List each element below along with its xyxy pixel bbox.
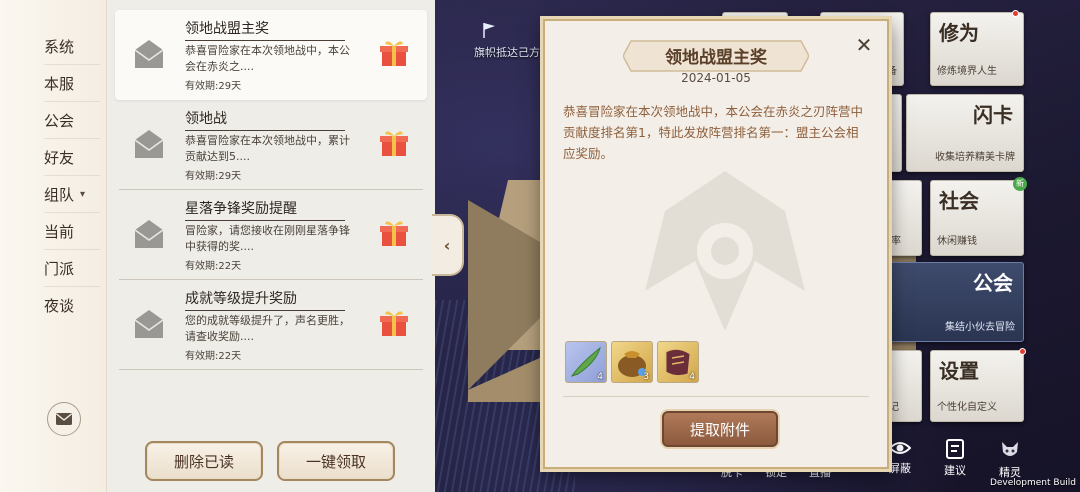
- claim-all-button[interactable]: 一键领取: [277, 441, 395, 481]
- envelope-icon: [134, 40, 164, 68]
- sidebar-item-system[interactable]: 系统: [44, 28, 100, 65]
- menu-card-subtitle: 个性化自定义: [937, 402, 997, 413]
- menu-card-subtitle: 修炼境界人生: [937, 66, 997, 77]
- mail-list-item[interactable]: 领地战 恭喜冒险家在本次领地战中，累计贡献达到5.... 有效期:29天: [115, 100, 427, 190]
- sidebar-item-label: 公会: [44, 111, 75, 130]
- attachment-qty: 3: [643, 372, 649, 382]
- gift-icon: [380, 221, 408, 246]
- sidebar-item-friends[interactable]: 好友: [44, 139, 100, 176]
- envelope-icon: [134, 130, 164, 158]
- menu-card-cultivation[interactable]: 修为 修炼境界人生: [930, 10, 1024, 86]
- menu-card-label: 记: [889, 402, 899, 413]
- flag-status-text: 旗帜抵达己方区: [474, 46, 551, 59]
- envelope-icon: [134, 310, 164, 338]
- mail-list-item[interactable]: 星落争锋奖励提醒 冒险家，请您接收在刚刚星落争锋中获得的奖.... 有效期:22…: [115, 190, 427, 280]
- menu-card-title: 修为: [939, 21, 979, 45]
- menu-card-society[interactable]: 社会 休闲赚钱 新: [930, 177, 1027, 256]
- mail-item-title: 星落争锋奖励提醒: [185, 198, 345, 221]
- sidebar-item-label: 夜谈: [44, 297, 75, 315]
- sprite-icon: [1002, 442, 1018, 456]
- feedback-icon: [946, 439, 964, 459]
- sidebar-item-label: 本服: [44, 74, 75, 93]
- emblem-watermark: [645, 171, 805, 331]
- attachment-qty: 4: [597, 372, 603, 382]
- eye-icon: [889, 442, 911, 454]
- menu-card-title: 设置: [939, 359, 979, 383]
- sidebar-item-label: 当前: [44, 222, 75, 241]
- mail-item-expiry: 有效期:29天: [185, 171, 242, 182]
- attachment-item[interactable]: 4: [657, 341, 699, 383]
- attachment-list: 4 3 4: [565, 341, 699, 385]
- mail-icon: [56, 413, 72, 425]
- notification-dot: [1019, 348, 1026, 355]
- mail-detail-title: 领地战盟主奖: [665, 48, 767, 68]
- menu-card-title: 公会: [973, 271, 1013, 295]
- mail-item-expiry: 有效期:22天: [185, 351, 242, 362]
- new-badge: 新: [1013, 177, 1027, 191]
- sidebar-item-night-talk[interactable]: 夜谈: [44, 287, 100, 324]
- sidebar-item-server[interactable]: 本服: [44, 65, 100, 102]
- mail-item-title: 领地战盟主奖: [185, 18, 345, 41]
- mail-item-preview: 恭喜冒险家在本次领地战中，累计贡献达到5....: [185, 134, 350, 163]
- divider: [119, 369, 423, 370]
- menu-card-title: 闪卡: [973, 103, 1013, 127]
- toolbar-feedback-button[interactable]: 建议: [935, 438, 975, 478]
- mail-item-preview: 您的成就等级提升了，声名更胜，请查收奖励....: [185, 314, 350, 343]
- sidebar-item-current[interactable]: 当前: [44, 213, 100, 250]
- mail-item-preview: 冒险家，请您接收在刚刚星落争锋中获得的奖....: [185, 224, 350, 253]
- mail-item-preview: 恭喜冒险家在本次领地战中，本公会在赤炎之....: [185, 44, 350, 73]
- mail-detail-body: 恭喜冒险家在本次领地战中，本公会在赤炎之刃阵营中贡献度排名第1，特此发放阵营排名…: [563, 104, 864, 161]
- menu-card-flash-card[interactable]: 闪卡 收集培养精美卡牌: [906, 94, 1024, 172]
- collapse-panel-button[interactable]: ‹: [432, 214, 464, 276]
- flag-icon: [483, 23, 495, 38]
- gift-icon: [380, 131, 408, 156]
- sidebar-item-label: 系统: [44, 37, 75, 56]
- gift-icon: [380, 41, 408, 66]
- sidebar-item-sect[interactable]: 门派: [44, 250, 100, 287]
- claim-attachments-button[interactable]: 提取附件: [662, 411, 778, 447]
- sidebar-item-label: 组队: [44, 185, 75, 204]
- chevron-left-icon: ‹: [443, 235, 451, 255]
- close-icon[interactable]: ✕: [853, 35, 875, 57]
- mail-category-sidebar: 系统 本服 公会 好友 组队 ▾ 当前 门派 夜谈: [0, 0, 107, 492]
- delete-read-button[interactable]: 删除已读: [145, 441, 263, 481]
- menu-card-settings[interactable]: 设置 个性化自定义: [930, 348, 1026, 422]
- mail-list-item[interactable]: 领地战盟主奖 恭喜冒险家在本次领地战中，本公会在赤炎之.... 有效期:29天: [115, 10, 427, 100]
- attachment-qty: 4: [689, 372, 695, 382]
- menu-card-guild[interactable]: 公会 集结小伙去冒险: [888, 262, 1024, 342]
- menu-card-subtitle: 休闲赚钱: [937, 236, 977, 247]
- chevron-down-icon: ▾: [80, 188, 86, 200]
- mail-item-title: 领地战: [185, 108, 345, 131]
- notification-dot: [1012, 10, 1019, 17]
- attachment-item[interactable]: 4: [565, 341, 607, 383]
- envelope-icon: [134, 220, 164, 248]
- mail-list-item[interactable]: 成就等级提升奖励 您的成就等级提升了，声名更胜，请查收奖励.... 有效期:22…: [115, 280, 427, 370]
- mail-detail-date: 2024-01-05: [681, 71, 751, 85]
- mail-item-title: 成就等级提升奖励: [185, 288, 345, 311]
- toolbar-label: 建议: [944, 464, 966, 477]
- menu-card-subtitle: 集结小伙去冒险: [945, 322, 1015, 333]
- menu-card-title: 社会: [939, 189, 979, 213]
- mail-item-expiry: 有效期:29天: [185, 81, 242, 92]
- dev-build-watermark: Development Build: [989, 478, 1076, 488]
- sidebar-item-team[interactable]: 组队 ▾: [44, 176, 100, 213]
- menu-card-subtitle: 收集培养精美卡牌: [935, 152, 1015, 163]
- toolbar-sprite-button[interactable]: 精灵: [990, 438, 1030, 480]
- gift-icon: [380, 311, 408, 336]
- mail-button[interactable]: [47, 402, 81, 436]
- attachment-item[interactable]: 3: [611, 341, 653, 383]
- sidebar-item-label: 门派: [44, 259, 75, 278]
- mail-detail-dialog: 领地战盟主奖 2024-01-05 ✕ 恭喜冒险家在本次领地战中，本公会在赤炎之…: [543, 19, 889, 469]
- sidebar-item-guild[interactable]: 公会: [44, 102, 100, 139]
- mail-list-panel: 领地战盟主奖 恭喜冒险家在本次领地战中，本公会在赤炎之.... 有效期:29天 …: [107, 0, 435, 492]
- sidebar-item-label: 好友: [44, 148, 75, 167]
- mail-item-expiry: 有效期:22天: [185, 261, 242, 272]
- divider: [563, 396, 869, 397]
